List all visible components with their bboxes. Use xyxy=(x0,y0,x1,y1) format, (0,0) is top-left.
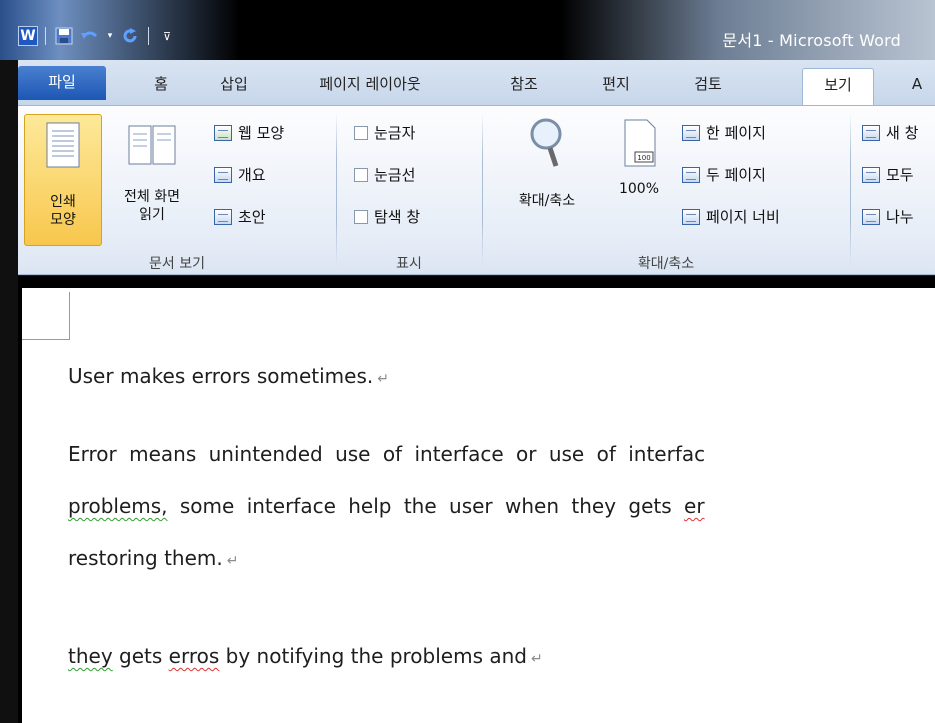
tab-page-layout[interactable]: 페이지 레이아웃 xyxy=(300,68,440,106)
tab-references[interactable]: 참조 xyxy=(494,68,554,106)
print-layout-button[interactable]: 인쇄 모양 xyxy=(24,114,102,246)
arrange-all-icon xyxy=(862,166,880,183)
ribbon-tab-row: 파일 홈 삽입 페이지 레이아웃 참조 편지 검토 보기 A xyxy=(18,60,935,106)
page-100-icon-text: 100 xyxy=(637,154,650,162)
new-window-label: 새 창 xyxy=(886,124,919,142)
spelling-flag-word[interactable]: er xyxy=(684,494,705,518)
save-icon[interactable] xyxy=(53,26,75,46)
split-button[interactable]: 나누 xyxy=(862,206,914,227)
zoom-label: 확대/축소 xyxy=(518,193,576,209)
full-screen-reading-button[interactable]: 전체 화면 읽기 xyxy=(106,114,198,246)
redo-icon[interactable] xyxy=(119,26,141,46)
paragraph-3-text-rest: by notifying the problems and xyxy=(219,644,527,668)
grammar-flag-word[interactable]: problems, xyxy=(68,494,168,518)
magnifier-icon xyxy=(530,118,562,167)
paragraph-2-line-1-text: Error means unintended use of interface … xyxy=(68,442,706,466)
page-corner-mark xyxy=(22,292,70,340)
two-pages-button[interactable]: 두 페이지 xyxy=(682,164,766,185)
navigation-pane-checkbox-box[interactable] xyxy=(354,209,368,224)
web-layout-button[interactable]: 웹 모양 xyxy=(214,122,284,143)
outline-icon xyxy=(214,166,232,183)
qat-separator xyxy=(148,27,149,45)
tab-file[interactable]: 파일 xyxy=(18,66,106,100)
paragraph-1-text: User makes errors sometimes. xyxy=(68,364,374,388)
one-page-icon xyxy=(682,124,700,141)
paragraph-3-text: gets xyxy=(112,644,169,668)
split-label: 나누 xyxy=(886,208,914,226)
group-label-zoom: 확대/축소 xyxy=(637,256,695,272)
zoom-100-button[interactable]: 100 100% xyxy=(604,114,674,246)
document-workspace: User makes errors sometimes. ↵ Error mean… xyxy=(18,276,935,723)
tab-home[interactable]: 홈 xyxy=(136,68,186,106)
draft-icon xyxy=(214,208,232,225)
paragraph-mark: ↵ xyxy=(531,651,543,667)
gridlines-label: 눈금선 xyxy=(374,166,416,184)
undo-icon[interactable] xyxy=(79,26,101,46)
print-layout-icon xyxy=(46,122,80,168)
group-separator xyxy=(336,112,337,266)
two-pages-icon xyxy=(682,166,700,183)
group-label-show: 표시 xyxy=(396,256,422,272)
open-book-icon xyxy=(128,125,176,165)
print-layout-label: 인쇄 모양 xyxy=(50,194,76,228)
ruler-checkbox[interactable]: 눈금자 xyxy=(354,122,415,143)
document-page[interactable]: User makes errors sometimes. ↵ Error mean… xyxy=(22,288,935,723)
window-title: 문서1 - Microsoft Word xyxy=(722,31,901,50)
group-label-document-views: 문서 보기 xyxy=(149,256,205,272)
paragraph-2-line-1[interactable]: Error means unintended use of interface … xyxy=(68,442,705,466)
window-left-edge xyxy=(0,0,18,723)
new-window-button[interactable]: 새 창 xyxy=(862,122,918,143)
customize-qat-icon[interactable]: ⊽ xyxy=(156,26,178,46)
web-layout-icon xyxy=(214,124,232,141)
tab-view[interactable]: 보기 xyxy=(802,68,874,106)
outline-label: 개요 xyxy=(238,166,266,184)
gridlines-checkbox-box[interactable] xyxy=(354,167,368,182)
split-icon xyxy=(862,208,880,225)
navigation-pane-checkbox[interactable]: 탐색 창 xyxy=(354,206,420,227)
two-pages-label: 두 페이지 xyxy=(706,166,766,184)
paragraph-2-line-2-text: some interface help the user when they g… xyxy=(167,494,685,518)
one-page-button[interactable]: 한 페이지 xyxy=(682,122,766,143)
zoom-100-label: 100% xyxy=(618,181,660,197)
outline-button[interactable]: 개요 xyxy=(214,164,266,185)
new-window-icon xyxy=(862,124,880,141)
grammar-flag-word[interactable]: they xyxy=(68,644,113,668)
group-separator xyxy=(482,112,483,266)
page-100-icon: 100 xyxy=(624,119,656,167)
spelling-flag-word[interactable]: erros xyxy=(169,644,220,668)
ruler-label: 눈금자 xyxy=(374,124,416,142)
zoom-button[interactable]: 확대/축소 xyxy=(492,114,602,246)
navigation-pane-label: 탐색 창 xyxy=(374,208,421,226)
web-layout-label: 웹 모양 xyxy=(238,124,285,142)
paragraph-2-line-3-text: restoring them. xyxy=(68,546,223,570)
paragraph-2-line-3[interactable]: restoring them. ↵ xyxy=(68,546,239,570)
ribbon-view: 인쇄 모양 전체 화면 읽기 웹 모양 개요 초안 문서 보기 눈금자 눈금선 … xyxy=(18,105,935,275)
paragraph-2-line-2[interactable]: problems, some interface help the user w… xyxy=(68,494,705,518)
one-page-label: 한 페이지 xyxy=(706,124,766,142)
tab-review[interactable]: 검토 xyxy=(678,68,738,106)
paragraph-1[interactable]: User makes errors sometimes. ↵ xyxy=(68,364,389,388)
tab-insert[interactable]: 삽입 xyxy=(204,68,264,106)
tab-add-ins[interactable]: A xyxy=(902,68,932,106)
tab-mailings[interactable]: 편지 xyxy=(586,68,646,106)
page-width-button[interactable]: 페이지 너비 xyxy=(682,206,780,227)
paragraph-3[interactable]: they gets erros by notifying the problem… xyxy=(68,644,543,668)
group-separator xyxy=(850,112,851,266)
qat-separator xyxy=(45,27,46,45)
arrange-all-label: 모두 xyxy=(886,166,914,184)
title-bar: W ▾ ⊽ 문서1 - Microsoft Word xyxy=(0,0,935,60)
paragraph-mark: ↵ xyxy=(226,553,239,569)
word-logo-icon[interactable]: W xyxy=(18,26,38,46)
undo-dropdown-icon[interactable]: ▾ xyxy=(105,26,115,46)
quick-access-toolbar: W ▾ ⊽ xyxy=(18,24,178,48)
gridlines-checkbox[interactable]: 눈금선 xyxy=(354,164,415,185)
paragraph-mark: ↵ xyxy=(377,371,389,387)
arrange-all-button[interactable]: 모두 xyxy=(862,164,914,185)
full-screen-reading-label: 전체 화면 읽기 xyxy=(124,189,180,223)
draft-label: 초안 xyxy=(238,208,266,226)
page-width-icon xyxy=(682,208,700,225)
draft-button[interactable]: 초안 xyxy=(214,206,266,227)
page-width-label: 페이지 너비 xyxy=(706,208,780,226)
ruler-checkbox-box[interactable] xyxy=(354,125,368,140)
